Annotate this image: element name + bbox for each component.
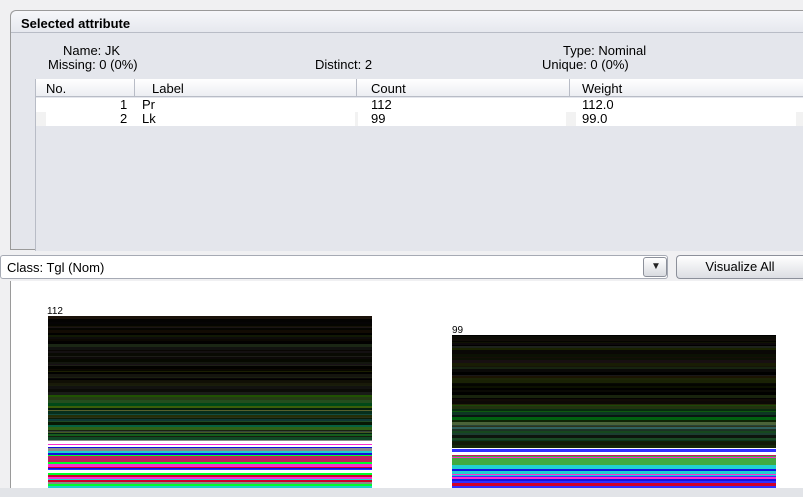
- attribute-name: Name: JK: [63, 43, 121, 58]
- table-row[interactable]: 1 Pr 112 112.0: [36, 98, 803, 112]
- panel-title: Selected attribute: [21, 16, 131, 31]
- attribute-unique: Unique: 0 (0%): [542, 57, 629, 72]
- attribute-distinct: Distinct: 2: [315, 57, 373, 72]
- panel-title-bar: Selected attribute: [11, 11, 803, 33]
- column-header-no[interactable]: No.: [46, 81, 66, 96]
- cell-no: 1: [120, 97, 128, 112]
- cell-count: 112: [371, 97, 392, 112]
- status-strip: [0, 488, 803, 497]
- cell-count: 99: [371, 111, 386, 126]
- column-header-label[interactable]: Label: [152, 81, 184, 96]
- cell-no: 2: [120, 111, 128, 126]
- attribute-type: Type: Nominal: [563, 43, 647, 58]
- histogram-bar: [452, 335, 776, 488]
- column-header-count[interactable]: Count: [371, 81, 406, 96]
- class-select[interactable]: Class: Tgl (Nom) ▼: [0, 255, 668, 279]
- preprocess-panel: Selected attribute Name: JK Missing: 0 (…: [0, 0, 803, 497]
- visualize-all-button[interactable]: Visualize All: [676, 255, 803, 279]
- selected-attribute-panel: Selected attribute Name: JK Missing: 0 (…: [10, 10, 803, 251]
- class-select-value: Class: Tgl (Nom): [7, 260, 105, 275]
- table-row[interactable]: 2 Lk 99 99.0: [36, 112, 803, 126]
- table-header: No. Label Count Weight: [36, 79, 803, 97]
- cell-label: Lk: [142, 111, 156, 126]
- cell-weight: 99.0: [582, 111, 608, 126]
- attribute-missing: Missing: 0 (0%): [48, 57, 138, 72]
- class-histogram: 112 99: [10, 281, 803, 488]
- cell-label: Pr: [142, 97, 155, 112]
- cell-weight: 112.0: [582, 97, 614, 112]
- class-selector-bar: Class: Tgl (Nom) ▼ Visualize All: [0, 253, 803, 281]
- chevron-down-icon[interactable]: ▼: [643, 257, 667, 277]
- column-header-weight[interactable]: Weight: [582, 81, 622, 96]
- attribute-values-table[interactable]: No. Label Count Weight 1 Pr 112 112.0 2 …: [35, 79, 803, 251]
- histogram-bar: [48, 316, 372, 488]
